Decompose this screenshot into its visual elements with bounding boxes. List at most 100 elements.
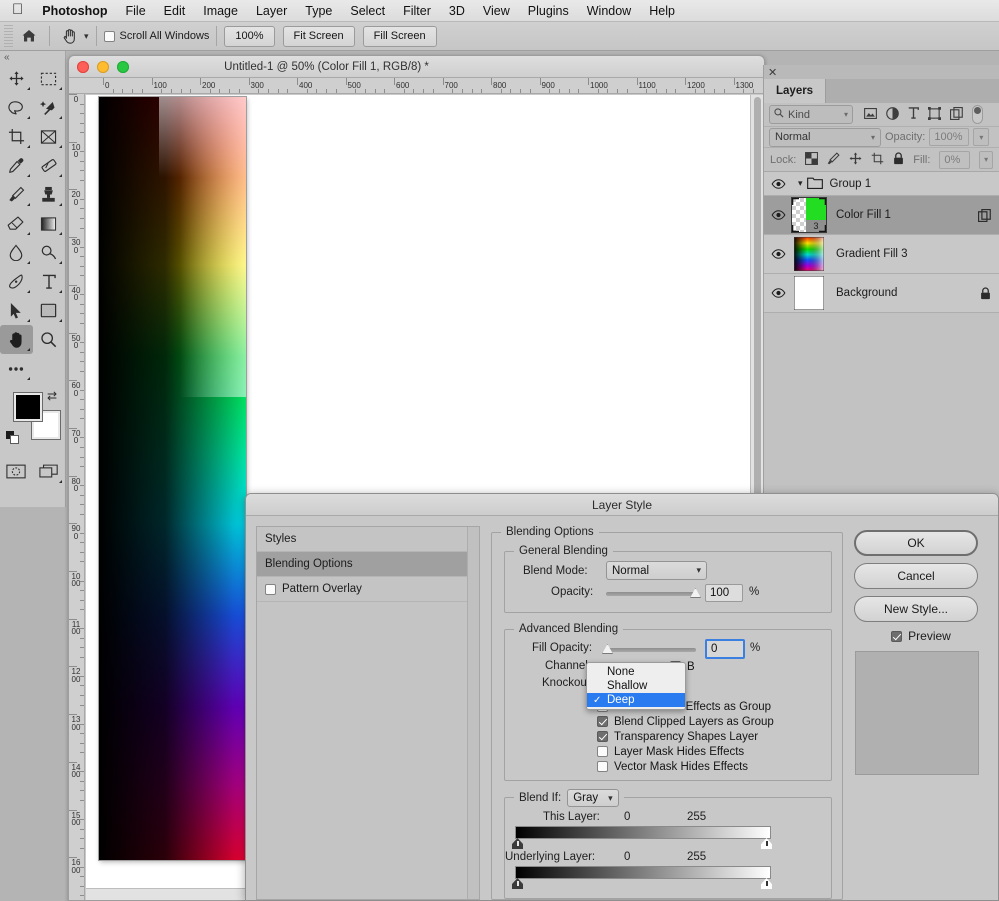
opacity-input[interactable]: 100 — [705, 584, 743, 602]
move-tool[interactable] — [0, 64, 33, 93]
dialog-title[interactable]: Layer Style — [246, 494, 998, 516]
menu-item-filter[interactable]: Filter — [394, 0, 440, 22]
vertical-scrollbar-thumb[interactable] — [754, 97, 761, 527]
filter-enable-toggle[interactable] — [972, 105, 983, 124]
zoom-tool[interactable] — [33, 325, 66, 354]
rectangle-tool[interactable] — [33, 296, 66, 325]
layer-thumbnail[interactable] — [792, 276, 826, 310]
blend-mode-dropdown[interactable]: Normal ▾ — [769, 128, 881, 147]
vertical-ruler[interactable]: 0100200300400500600700800900100011001200… — [69, 94, 85, 901]
layer-row-gradient-fill-3[interactable]: Gradient Fill 3 — [764, 235, 999, 274]
layer-thumbnail[interactable] — [792, 237, 826, 271]
horizontal-ruler[interactable]: 0100200300400500600700800900100011001200… — [69, 78, 765, 94]
apple-icon[interactable]:  — [8, 2, 33, 19]
fill-opacity-input[interactable]: 0 — [705, 639, 745, 659]
type-tool[interactable] — [33, 267, 66, 296]
knockout-option-deep[interactable]: ✓ Deep — [587, 693, 685, 707]
preview-checkbox[interactable]: Preview — [854, 629, 988, 643]
panel-close-icon[interactable]: ✕ — [764, 65, 999, 79]
lock-all-icon[interactable] — [893, 152, 904, 168]
layer-row-color-fill-1[interactable]: 3 Color Fill 1 — [764, 196, 999, 235]
menu-item-edit[interactable]: Edit — [155, 0, 195, 22]
smart-object-filter-icon[interactable] — [950, 107, 963, 123]
layer-thumbnail[interactable]: 3 — [792, 198, 826, 232]
underlying-layer-black-stop[interactable] — [512, 878, 523, 889]
brush-tool[interactable] — [0, 180, 33, 209]
frame-tool[interactable] — [33, 122, 66, 151]
object-selection-tool[interactable] — [33, 93, 66, 122]
this-layer-black-stop[interactable] — [512, 838, 523, 849]
healing-brush-tool[interactable] — [33, 151, 66, 180]
menu-item-image[interactable]: Image — [194, 0, 247, 22]
this-layer-white-stop[interactable] — [761, 838, 772, 849]
opacity-value[interactable]: 100% — [929, 128, 969, 146]
styles-list-item-pattern-overlay[interactable]: Pattern Overlay — [257, 577, 479, 602]
eraser-tool[interactable] — [0, 209, 33, 238]
pixel-filter-icon[interactable] — [864, 108, 877, 122]
menu-item-select[interactable]: Select — [341, 0, 394, 22]
blend-if-channel-dropdown[interactable]: Gray ▾ — [567, 789, 618, 807]
gradient-tool[interactable] — [33, 209, 66, 238]
lock-transparent-pixels-icon[interactable] — [805, 152, 818, 168]
layer-visibility-icon[interactable] — [764, 249, 792, 259]
menu-item-view[interactable]: View — [474, 0, 519, 22]
knockout-dropdown-menu[interactable]: None Shallow ✓ Deep — [586, 662, 686, 710]
menu-item-help[interactable]: Help — [640, 0, 684, 22]
underlying-layer-gradient-bar[interactable] — [515, 866, 771, 879]
menu-item-layer[interactable]: Layer — [247, 0, 296, 22]
tools-panel-collapse-icon[interactable]: « — [0, 51, 65, 64]
layer-visibility-icon[interactable] — [764, 210, 792, 220]
styles-list-item-styles[interactable]: Styles — [257, 527, 479, 552]
tool-preset-chevron-down-icon[interactable]: ▾ — [84, 31, 89, 42]
cancel-button[interactable]: Cancel — [854, 563, 978, 589]
scroll-all-windows-checkbox[interactable]: Scroll All Windows — [104, 30, 210, 42]
group-expand-chevron-down-icon[interactable]: ▾ — [798, 178, 807, 189]
filter-kind-dropdown[interactable]: Kind ▾ — [769, 105, 853, 124]
menu-item-plugins[interactable]: Plugins — [519, 0, 578, 22]
fill-stepper[interactable]: ▾ — [979, 151, 993, 169]
eyedropper-tool[interactable] — [0, 151, 33, 180]
crop-tool[interactable] — [0, 122, 33, 151]
fit-screen-button[interactable]: Fit Screen — [283, 26, 355, 47]
layer-visibility-icon[interactable] — [764, 179, 792, 189]
swap-colors-icon[interactable]: ⇄ — [47, 389, 57, 403]
new-style-button[interactable]: New Style... — [854, 596, 978, 622]
lock-position-icon[interactable] — [849, 152, 862, 168]
shape-filter-icon[interactable] — [928, 107, 941, 123]
menu-item-type[interactable]: Type — [296, 0, 341, 22]
layer-visibility-icon[interactable] — [764, 288, 792, 298]
menu-item-3d[interactable]: 3D — [440, 0, 474, 22]
lock-artboard-nesting-icon[interactable] — [871, 152, 884, 168]
blend-clipped-layers-as-group-checkbox[interactable]: Blend Clipped Layers as Group — [597, 714, 774, 729]
this-layer-gradient-bar[interactable] — [515, 826, 771, 839]
type-filter-icon[interactable] — [908, 107, 919, 122]
screen-mode-icon[interactable] — [33, 457, 66, 486]
artboard-image[interactable] — [99, 97, 246, 860]
opacity-slider-track[interactable] — [606, 592, 696, 596]
home-icon[interactable] — [16, 24, 42, 48]
pen-tool[interactable] — [0, 267, 33, 296]
menu-item-window[interactable]: Window — [578, 0, 640, 22]
underlying-layer-white-stop[interactable] — [761, 878, 772, 889]
rectangular-marquee-tool[interactable] — [33, 64, 66, 93]
menu-item-file[interactable]: File — [117, 0, 155, 22]
transparency-shapes-layer-checkbox[interactable]: Transparency Shapes Layer — [597, 729, 758, 744]
layer-row-group-1[interactable]: ▾ Group 1 — [764, 172, 999, 196]
default-colors-icon[interactable] — [6, 431, 19, 447]
styles-list-item-blending-options[interactable]: Blending Options — [257, 552, 479, 577]
options-bar-grip[interactable] — [4, 25, 13, 47]
lasso-tool[interactable] — [0, 93, 33, 122]
zoom-100-button[interactable]: 100% — [224, 26, 274, 47]
vector-mask-hides-effects-checkbox[interactable]: Vector Mask Hides Effects — [597, 759, 748, 774]
hand-tool[interactable] — [0, 325, 33, 354]
styles-list-scrollbar[interactable] — [467, 527, 479, 899]
pattern-overlay-checkbox[interactable] — [265, 584, 276, 595]
edit-toolbar-ellipsis[interactable] — [0, 354, 33, 383]
blend-mode-dropdown[interactable]: Normal ▾ — [606, 561, 707, 580]
blur-tool[interactable] — [0, 238, 33, 267]
lock-image-pixels-icon[interactable] — [827, 152, 840, 168]
clone-stamp-tool[interactable] — [33, 180, 66, 209]
knockout-option-shallow[interactable]: Shallow — [587, 679, 685, 693]
ok-button[interactable]: OK — [854, 530, 978, 556]
fill-screen-button[interactable]: Fill Screen — [363, 26, 437, 47]
